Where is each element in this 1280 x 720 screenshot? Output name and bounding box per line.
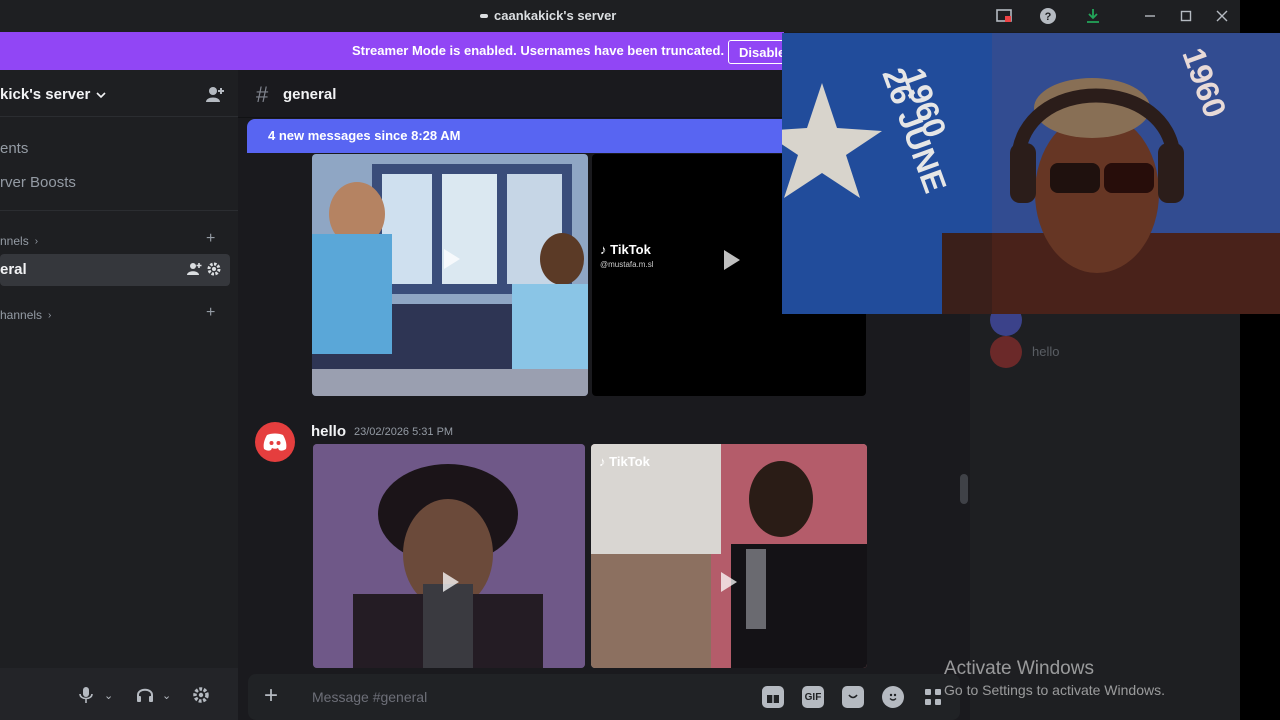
create-channel-icon[interactable]: + — [206, 230, 215, 248]
headphones-icon[interactable] — [136, 686, 154, 709]
chevron-right-icon: › — [34, 235, 39, 247]
channel-title: general — [283, 86, 337, 103]
sidebar-divider — [0, 116, 238, 117]
maximize-icon[interactable] — [1176, 6, 1196, 26]
sidebar-item-events[interactable]: ents — [0, 140, 28, 157]
tiktok-label: ♪ TikTok — [599, 454, 650, 469]
user-settings-gear-icon[interactable] — [192, 686, 210, 709]
server-name: kick's server — [0, 86, 91, 103]
invite-icon[interactable] — [186, 261, 202, 280]
avatar[interactable] — [255, 422, 295, 462]
server-icon — [480, 13, 488, 18]
discord-logo-icon — [263, 433, 287, 451]
gear-icon[interactable] — [206, 261, 222, 280]
sidebar-divider — [0, 210, 238, 211]
new-messages-text: 4 new messages since 8:28 AM — [268, 128, 461, 143]
windows-activation-watermark: Activate Windows Go to Settings to activ… — [944, 658, 1165, 698]
video-attachment[interactable] — [313, 444, 585, 668]
chevron-down-icon — [96, 91, 106, 98]
play-icon[interactable] — [444, 249, 460, 269]
hash-icon: # — [256, 82, 269, 107]
message-timestamp: 23/02/2026 5:31 PM — [354, 426, 454, 438]
webcam-overlay: 1960 26 JUNE 1960 — [782, 33, 1280, 314]
emoji-icon[interactable] — [882, 686, 904, 708]
chevron-down-icon[interactable]: ⌄ — [162, 689, 171, 702]
message-composer: + Message #general GIF — [248, 674, 960, 720]
video-attachment[interactable]: ♪ TikTok — [591, 444, 867, 668]
play-icon[interactable] — [721, 572, 737, 592]
window-title-text: caankakick's server — [494, 8, 617, 23]
download-icon[interactable] — [1083, 6, 1103, 26]
apps-icon[interactable] — [922, 686, 944, 708]
member-name[interactable]: hello — [1032, 344, 1059, 359]
category-text-channels[interactable]: nnels › — [0, 234, 38, 248]
gift-icon[interactable] — [762, 686, 784, 708]
tiktok-logo-icon: ♪ — [600, 242, 607, 257]
create-channel-icon[interactable]: + — [206, 304, 215, 322]
banner-text: Streamer Mode is enabled. Usernames have… — [352, 43, 725, 58]
window-title: caankakick's server — [480, 8, 616, 23]
webcam-feed: 1960 26 JUNE 1960 — [782, 33, 1280, 314]
video-thumbnail — [312, 154, 588, 396]
message-author[interactable]: hello — [311, 423, 346, 440]
add-attachment-icon[interactable]: + — [264, 682, 278, 710]
play-icon[interactable] — [443, 572, 459, 592]
tiktok-label-text: TikTok — [609, 454, 650, 469]
user-panel: ⌄ ⌄ — [0, 668, 238, 720]
channel-name: eral — [0, 261, 27, 278]
video-thumbnail — [591, 444, 867, 668]
streamer-mode-banner: Streamer Mode is enabled. Usernames have… — [0, 32, 798, 70]
title-bar: caankakick's server ? — [0, 0, 1240, 32]
tiktok-logo-icon: ♪ — [599, 454, 606, 469]
play-icon[interactable] — [724, 250, 740, 270]
invite-people-icon[interactable] — [205, 84, 225, 104]
avatar[interactable] — [990, 336, 1022, 368]
video-attachment[interactable] — [312, 154, 588, 396]
tiktok-label-text: TikTok — [610, 242, 651, 257]
category-voice-channels[interactable]: hannels › — [0, 308, 51, 322]
sidebar-item-server-boosts[interactable]: rver Boosts — [0, 174, 76, 191]
category-label: hannels — [0, 308, 43, 322]
gif-icon[interactable]: GIF — [802, 686, 824, 708]
watermark-title: Activate Windows — [944, 658, 1094, 679]
minimize-icon[interactable] — [1140, 6, 1160, 26]
server-name-header[interactable]: kick's server — [0, 86, 106, 103]
chevron-down-icon[interactable]: ⌄ — [104, 689, 113, 702]
tiktok-handle: @mustafa.m.sl — [600, 260, 654, 269]
tiktok-label: ♪ TikTok — [600, 242, 651, 257]
channel-sidebar: kick's server ents rver Boosts nnels › +… — [0, 70, 238, 668]
channel-item-general[interactable]: eral — [0, 254, 230, 286]
watermark-subtitle: Go to Settings to activate Windows. — [944, 682, 1165, 698]
close-icon[interactable] — [1212, 6, 1232, 26]
message-input[interactable]: Message #general — [312, 689, 427, 705]
help-icon[interactable]: ? — [1038, 6, 1058, 26]
scrollbar-handle[interactable] — [960, 474, 968, 504]
new-messages-bar[interactable]: 4 new messages since 8:28 AM — [247, 119, 807, 153]
microphone-icon[interactable] — [78, 686, 94, 709]
inbox-icon[interactable] — [994, 6, 1014, 26]
svg-text:?: ? — [1045, 11, 1052, 23]
video-thumbnail — [313, 444, 585, 668]
category-label: nnels — [0, 234, 29, 248]
chevron-right-icon: › — [48, 309, 52, 321]
sticker-icon[interactable] — [842, 686, 864, 708]
